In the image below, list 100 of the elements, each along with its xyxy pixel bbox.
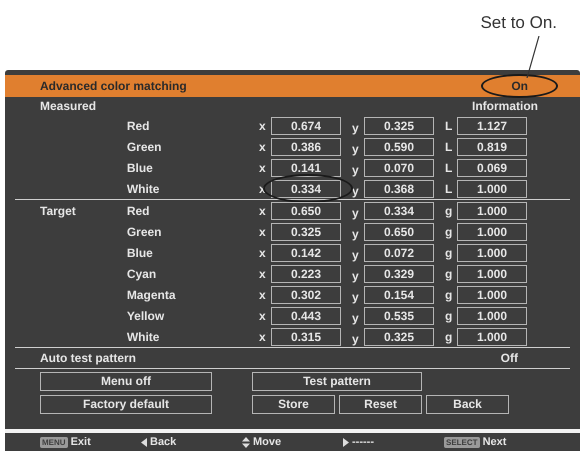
axis-label: y [352,246,360,264]
axis-label: y [352,182,360,200]
axis-label: L [445,160,454,176]
value-field[interactable]: 1.000 [457,328,527,346]
value-field[interactable]: 0.590 [364,138,434,156]
axis-label: g [445,286,454,304]
value-field[interactable]: 1.127 [457,116,527,134]
axis-label: x [259,328,267,346]
value-field[interactable]: 0.141 [271,158,341,176]
value-field[interactable]: 0.142 [271,244,341,262]
menu-button[interactable]: Store [252,395,335,414]
value-field[interactable]: 0.070 [364,158,434,176]
axis-label: g [445,308,454,324]
color-name: Blue [126,160,154,176]
setting-label: Auto test pattern [40,350,136,367]
axis-label: g [445,328,454,346]
menu-header[interactable]: Advanced color matching On [5,75,580,97]
axis-label: x [259,160,267,176]
value-field[interactable]: 1.000 [457,286,527,304]
axis-label: x [259,244,267,262]
value-field[interactable]: 0.223 [271,264,341,282]
value-field[interactable]: 1.000 [457,306,527,324]
key-badge: SELECT [444,436,480,448]
value-field[interactable]: 1.000 [457,202,527,220]
section-label: Target [40,204,76,218]
hint-label: ------ [352,434,374,450]
value-field[interactable]: 0.325 [364,328,434,346]
value-field[interactable]: 1.000 [457,180,527,198]
color-name: White [126,180,160,198]
value-field[interactable]: 0.072 [364,244,434,262]
menu-button[interactable]: Test pattern [252,372,422,391]
axis-label: g [445,202,454,220]
axis-label: y [352,140,360,158]
color-name: Red [126,202,150,220]
value-field[interactable]: 0.443 [271,306,341,324]
color-name: Blue [126,244,154,262]
color-name: White [126,328,160,346]
axis-label: x [259,308,267,324]
setting-value[interactable]: On [481,74,558,98]
hint-label: Exit [70,434,91,450]
axis-label: y [352,226,360,242]
left-arrow-icon [141,438,147,446]
axis-label: x [259,224,267,240]
axis-label: y [352,162,360,178]
column-heading: Information [472,98,538,115]
value-field[interactable]: 0.650 [271,202,341,220]
axis-label: x [259,202,267,220]
value-field[interactable]: 0.325 [364,116,434,134]
axis-label: g [445,266,454,282]
setting-value[interactable]: Off [500,349,518,367]
value-field[interactable]: 0.302 [271,286,341,304]
value-field[interactable]: 0.650 [364,222,434,240]
value-field[interactable]: 1.000 [457,222,527,240]
value-field[interactable]: 0.334 [364,202,434,220]
value-field[interactable]: 0.315 [271,328,341,346]
value-field[interactable]: 0.819 [457,138,527,156]
hint-label: Back [150,434,176,450]
value-field[interactable]: 0.334 [271,180,341,198]
value-field[interactable]: 0.368 [364,180,434,198]
axis-label: x [259,118,267,134]
axis-label: x [259,286,267,304]
key-badge: MENU [40,436,68,448]
section-label: Measured [40,98,96,115]
color-name: Green [126,224,162,240]
value-field[interactable]: 1.000 [457,244,527,262]
menu-button[interactable]: Menu off [40,372,212,391]
color-name: Yellow [126,308,166,324]
axis-label: y [352,330,360,348]
value-field[interactable]: 0.386 [271,138,341,156]
axis-label: g [445,224,454,240]
color-name: Cyan [126,266,158,282]
axis-label: x [259,138,267,156]
hint-label: Move [253,434,282,450]
value-field[interactable]: 0.069 [457,158,527,176]
color-name: Red [126,118,150,134]
axis-label: x [259,266,267,282]
menu-button[interactable]: Back [426,395,509,414]
value-field[interactable]: 0.535 [364,306,434,324]
color-name: Green [126,138,162,156]
axis-label: L [445,118,454,134]
value-field[interactable]: 0.329 [364,264,434,282]
menu-button[interactable]: Factory default [40,395,212,414]
value-field[interactable]: 0.154 [364,286,434,304]
axis-label: L [445,138,454,156]
up-down-arrow-icon [242,436,250,448]
axis-label: y [352,268,360,284]
right-arrow-icon [343,438,349,446]
axis-label: y [352,310,360,326]
hint-label: Next [482,434,506,450]
axis-label: y [352,288,360,306]
menu-button[interactable]: Reset [339,395,422,414]
annotation-text: Set to On. [480,12,557,34]
axis-label: y [352,204,360,222]
value-field[interactable]: 0.325 [271,222,341,240]
value-field[interactable]: 1.000 [457,264,527,282]
axis-label: L [445,180,454,198]
axis-label: y [352,120,360,136]
axis-label: g [445,244,454,262]
color-name: Magenta [126,286,177,304]
value-field[interactable]: 0.674 [271,116,341,134]
